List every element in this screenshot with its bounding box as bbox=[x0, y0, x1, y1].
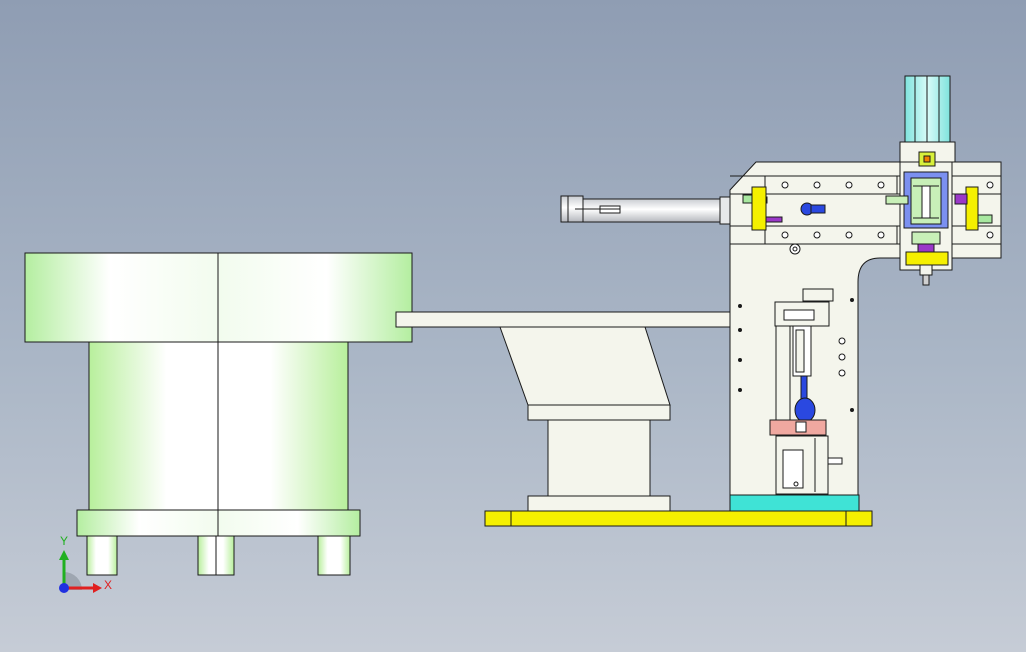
frame-bolt bbox=[789, 243, 801, 255]
base-plate-yellow bbox=[484, 510, 873, 527]
feed-rail bbox=[395, 311, 779, 328]
frame-side-holes bbox=[838, 337, 846, 377]
base-block-cyan bbox=[729, 494, 860, 512]
bowl-feeder[interactable] bbox=[24, 252, 413, 576]
feed-track[interactable] bbox=[395, 308, 779, 328]
bowl-foot-3 bbox=[317, 535, 351, 576]
cad-viewport[interactable]: X Y bbox=[0, 0, 1026, 652]
head-yellow-base bbox=[905, 251, 949, 266]
lift-blue-coupling bbox=[794, 397, 816, 423]
y-axis-label: Y bbox=[60, 534, 68, 548]
stand-foot bbox=[527, 495, 671, 512]
z-axis-dot bbox=[59, 583, 69, 593]
bowl-foot-1 bbox=[86, 535, 118, 576]
frame-plate bbox=[729, 161, 1002, 496]
linear-feeder-stand[interactable] bbox=[499, 326, 671, 512]
slanted-support bbox=[499, 326, 671, 406]
stand-column bbox=[547, 419, 651, 497]
assembly-drawing: X Y bbox=[24, 75, 1002, 593]
blue-fitting[interactable] bbox=[800, 202, 826, 216]
x-axis-label: X bbox=[104, 578, 112, 592]
main-frame[interactable] bbox=[729, 161, 1002, 496]
stand-top-plate bbox=[527, 404, 671, 421]
